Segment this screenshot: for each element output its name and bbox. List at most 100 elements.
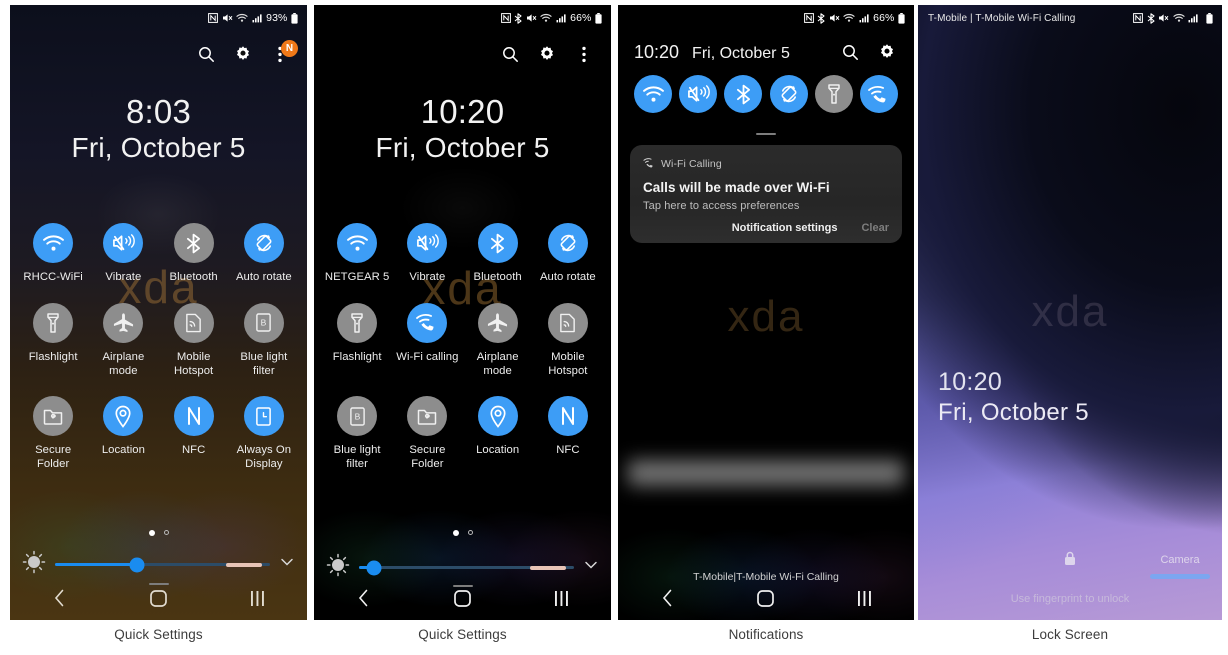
tile-wi-fi-calling[interactable]: Wi-Fi calling (392, 302, 462, 379)
notification-badge[interactable]: N (281, 40, 298, 57)
back-icon[interactable] (644, 583, 690, 613)
flashlight-icon[interactable] (33, 302, 74, 343)
brightness-track[interactable] (359, 560, 574, 575)
tile-wifi-calling[interactable] (859, 75, 898, 113)
tile-vibrate[interactable]: Vibrate (392, 223, 462, 285)
chevron-down-icon[interactable] (583, 557, 599, 578)
wifi-icon[interactable] (33, 223, 74, 263)
tile-vibrate[interactable] (679, 75, 718, 113)
clear-button[interactable]: Clear (861, 222, 889, 234)
gear-icon[interactable] (536, 43, 558, 65)
tile-vibrate[interactable]: Vibrate (88, 223, 158, 285)
wifi-calling-icon[interactable] (407, 302, 448, 343)
tile-secure-folder[interactable]: Secure Folder (18, 396, 88, 472)
notification-settings-button[interactable]: Notification settings (732, 222, 838, 234)
recents-icon[interactable] (235, 583, 281, 613)
secure-folder-icon[interactable] (407, 396, 448, 437)
flashlight-icon[interactable] (814, 75, 853, 113)
tile-mobile-hotspot[interactable]: Mobile Hotspot (533, 302, 603, 379)
auto-rotate-icon[interactable] (243, 223, 284, 263)
panel-drag-handle[interactable] (756, 133, 776, 135)
blue-light-icon[interactable]: B (243, 302, 284, 343)
search-icon[interactable] (195, 43, 217, 65)
vibrate-icon[interactable] (407, 223, 448, 263)
flashlight-icon[interactable] (337, 302, 378, 343)
brightness-slider-1[interactable] (10, 550, 307, 579)
tile-airplane-mode[interactable]: Airplane mode (463, 302, 533, 379)
brightness-knob[interactable] (129, 557, 145, 572)
page-dot-active[interactable] (148, 530, 155, 536)
tile-nfc[interactable]: NFC (159, 396, 229, 472)
tile-auto-rotate[interactable]: Auto rotate (229, 223, 299, 285)
more-vert-icon[interactable] (573, 43, 595, 65)
home-icon[interactable] (440, 583, 486, 613)
tile-bluetooth[interactable] (724, 75, 763, 113)
always-on-display-icon[interactable] (243, 396, 284, 437)
auto-rotate-icon[interactable] (547, 223, 588, 263)
header-time: 10:20 (634, 41, 680, 62)
auto-brightness-marker[interactable] (226, 562, 263, 567)
search-icon[interactable] (839, 41, 861, 63)
secure-folder-icon[interactable] (33, 396, 74, 437)
tile-bluetooth[interactable]: Bluetooth (463, 223, 533, 285)
tile-blue-light-filter[interactable]: B Blue light filter (229, 302, 299, 379)
notification-card[interactable]: Wi-Fi Calling Calls will be made over Wi… (630, 145, 902, 243)
gear-icon[interactable] (232, 43, 254, 65)
tile-secure-folder[interactable]: Secure Folder (392, 396, 462, 472)
brightness-knob[interactable] (366, 560, 382, 575)
recents-icon[interactable] (539, 583, 585, 613)
tile-flashlight[interactable]: Flashlight (322, 302, 392, 379)
page-dot[interactable] (163, 530, 169, 535)
page-dot[interactable] (467, 530, 473, 535)
tile-auto-rotate[interactable]: Auto rotate (533, 223, 603, 285)
home-icon[interactable] (743, 583, 789, 613)
bluetooth-icon[interactable] (724, 75, 763, 113)
auto-rotate-icon[interactable] (769, 75, 808, 113)
tile-bluetooth[interactable]: Bluetooth (159, 223, 229, 285)
tile-rhcc-wifi[interactable]: RHCC-WiFi (18, 223, 88, 285)
more-vert-icon[interactable]: N (269, 40, 298, 65)
airplane-icon[interactable] (477, 302, 518, 343)
tile-blue-light-filter[interactable]: B Blue light filter (322, 396, 392, 472)
back-icon[interactable] (341, 583, 387, 613)
notif-header: 10:20 Fri, October 5 (634, 41, 898, 63)
back-icon[interactable] (37, 583, 83, 613)
bluetooth-icon[interactable] (477, 223, 518, 263)
location-icon[interactable] (477, 396, 518, 437)
nfc-icon[interactable] (547, 396, 588, 437)
chevron-down-icon[interactable] (279, 554, 295, 575)
tile-always-on-display[interactable]: Always On Display (229, 396, 299, 472)
tile-mobile-hotspot[interactable]: Mobile Hotspot (159, 302, 229, 379)
search-icon[interactable] (499, 43, 521, 65)
home-icon[interactable] (136, 583, 182, 613)
bluetooth-icon[interactable] (173, 223, 214, 263)
blue-light-icon[interactable]: B (337, 396, 378, 437)
location-icon[interactable] (103, 396, 144, 437)
auto-brightness-marker[interactable] (530, 565, 567, 570)
airplane-icon[interactable] (103, 302, 144, 343)
tile-location[interactable]: Location (88, 396, 158, 472)
tile-airplane-mode[interactable]: Airplane mode (88, 302, 158, 379)
vibrate-icon[interactable] (103, 223, 144, 263)
hotspot-icon[interactable] (547, 302, 588, 343)
gear-icon[interactable] (876, 41, 898, 63)
lock-clock: 10:20 Fri, October 5 (938, 367, 1089, 428)
tile-wifi[interactable] (634, 75, 672, 113)
tile-auto-rotate[interactable] (769, 75, 808, 113)
vibrate-icon[interactable] (679, 75, 718, 113)
brightness-track[interactable] (55, 557, 270, 572)
wifi-calling-icon[interactable] (859, 75, 898, 113)
hotspot-icon[interactable] (173, 302, 214, 343)
wifi-icon[interactable] (634, 75, 672, 113)
wifi-icon[interactable] (337, 223, 378, 263)
tile-netgear-5[interactable]: NETGEAR 5 (322, 223, 392, 285)
tile-location[interactable]: Location (463, 396, 533, 472)
nfc-icon[interactable] (173, 396, 214, 437)
tile-nfc[interactable]: NFC (533, 396, 603, 472)
tile-flashlight[interactable] (814, 75, 853, 113)
page-dot-active[interactable] (452, 530, 459, 536)
recents-icon[interactable] (842, 583, 888, 613)
camera-swipe-bar[interactable] (1150, 574, 1210, 579)
camera-shortcut[interactable]: Camera (1150, 554, 1210, 579)
tile-flashlight[interactable]: Flashlight (18, 302, 88, 379)
